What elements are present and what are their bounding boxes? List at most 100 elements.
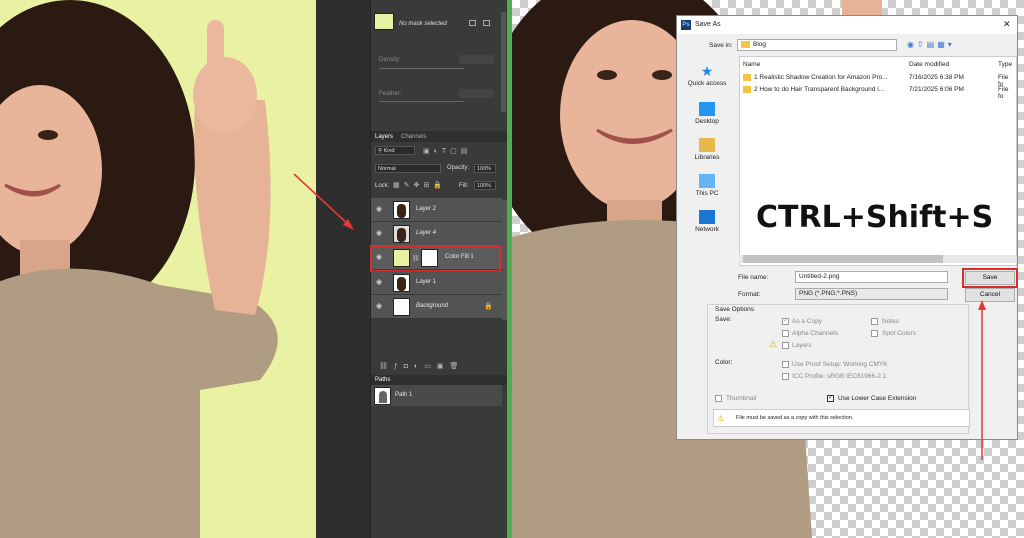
nav-quick-access[interactable]: ★ Quick access	[679, 64, 735, 87]
dialog-nav-toolbar[interactable]: ◉⇧▤▦▾	[907, 40, 955, 49]
star-icon: ★	[700, 63, 714, 79]
file-date: 7/16/2025 6:38 PM	[909, 74, 964, 81]
photoshop-icon: Ps	[681, 20, 691, 30]
tab-paths[interactable]: Paths	[375, 377, 390, 383]
column-name[interactable]: Name	[743, 61, 760, 68]
horizontal-scrollbar[interactable]	[739, 255, 1017, 263]
eye-icon[interactable]: ◉	[376, 206, 384, 214]
notes-label: Notes	[882, 318, 899, 325]
computer-icon	[699, 174, 715, 188]
warning-box: ⚠ File must be saved as a copy with this…	[713, 409, 970, 427]
file-name-input[interactable]: Untitled-2.png	[795, 271, 948, 283]
warning-icon: ⚠	[769, 339, 778, 349]
filter-icons[interactable]: ▣◐T▢▤	[423, 147, 498, 155]
selected-layer-highlight	[370, 245, 501, 272]
layers-checkbox[interactable]	[782, 342, 789, 349]
lock-label: Lock:	[375, 183, 390, 189]
icc-profile-checkbox[interactable]	[782, 373, 789, 380]
nav-desktop[interactable]: Desktop	[679, 102, 735, 125]
layer-name: Layer 2	[416, 206, 437, 212]
save-options-title: Save Options	[715, 306, 755, 313]
save-button-highlight	[962, 268, 1018, 288]
document-canvas-left	[0, 0, 316, 538]
save-in-select[interactable]: Blog	[737, 39, 897, 51]
layer-filter-kind[interactable]: ⚲ Kind	[375, 146, 415, 155]
tab-layers[interactable]: Layers	[375, 134, 393, 140]
file-row[interactable]: 1 Realistic Shadow Creation for Amazon P…	[743, 73, 1015, 88]
density-label: Density:	[379, 57, 401, 63]
close-icon[interactable]: ✕	[1003, 19, 1011, 30]
layer-row-background[interactable]: ◉ Background 🔒	[371, 295, 502, 319]
path-name: Path 1	[395, 392, 413, 398]
network-icon	[699, 210, 715, 224]
layer-row-layer-1[interactable]: ◉ Layer 1	[371, 271, 502, 295]
nav-this-pc[interactable]: This PC	[679, 174, 735, 197]
add-pixel-mask-icon[interactable]	[469, 20, 476, 26]
column-type[interactable]: Type	[998, 61, 1012, 68]
as-copy-checkbox[interactable]: ✓	[782, 318, 789, 325]
feather-input[interactable]	[459, 89, 494, 98]
dialog-titlebar: Ps Save As ✕	[677, 16, 1017, 34]
layer-row-layer-4[interactable]: ◉ Layer 4	[371, 222, 502, 246]
format-label: Format:	[738, 291, 761, 298]
notes-checkbox[interactable]	[871, 318, 878, 325]
folder-icon	[743, 86, 751, 93]
file-date: 7/21/2025 6:06 PM	[909, 86, 964, 93]
file-name: 1 Realistic Shadow Creation for Amazon P…	[754, 74, 888, 81]
eye-icon[interactable]: ◉	[376, 230, 384, 238]
add-vector-mask-icon[interactable]	[483, 20, 490, 26]
nav-label: Quick access	[687, 80, 727, 87]
column-date-modified[interactable]: Date modified	[909, 61, 949, 68]
format-select[interactable]: PNG (*.PNG;*.PNS)	[795, 288, 948, 300]
layer-thumbnail	[393, 201, 410, 219]
density-input[interactable]	[459, 55, 494, 64]
icc-profile-label: ICC Profile: sRGB IEC61966-2.1	[792, 373, 887, 380]
path-thumbnail	[374, 387, 391, 405]
opacity-label: Opacity:	[447, 165, 470, 171]
save-in-label: Save in:	[709, 42, 733, 49]
spot-colors-checkbox[interactable]	[871, 330, 878, 337]
file-type: File fo	[998, 86, 1009, 100]
cancel-button[interactable]: Cancel	[965, 288, 1015, 302]
paths-tabbar: Paths	[371, 375, 508, 385]
proof-setup-checkbox[interactable]	[782, 361, 789, 368]
tab-channels[interactable]: Channels	[401, 134, 426, 140]
layers-bottom-toolbar[interactable]: ⛓ƒ◘◐▭▣🗑	[379, 362, 499, 370]
opacity-input[interactable]: 100%	[474, 164, 496, 173]
path-row[interactable]: Path 1	[371, 385, 502, 407]
fill-input[interactable]: 100%	[474, 181, 496, 190]
eye-icon[interactable]: ◉	[376, 279, 384, 287]
save-in-value: Blog	[753, 41, 767, 48]
layers-label: Layers	[792, 342, 812, 349]
nav-label: Desktop	[695, 118, 719, 125]
feather-label: Feather:	[379, 91, 402, 97]
thumbnail-checkbox[interactable]	[715, 395, 722, 402]
layer-name: Background	[416, 303, 449, 309]
desktop-icon	[699, 102, 715, 116]
dialog-title: Save As	[695, 21, 721, 28]
properties-scrollbar[interactable]	[501, 12, 506, 112]
warning-message: File must be saved as a copy with this s…	[736, 415, 854, 421]
nav-label: Network	[695, 226, 719, 233]
blend-mode-select[interactable]: Normal	[375, 164, 441, 173]
layer-name: Layer 4	[416, 230, 437, 236]
layer-row-layer-2[interactable]: ◉ Layer 2	[371, 198, 502, 222]
nav-network[interactable]: Network	[679, 210, 735, 233]
lock-icons[interactable]: ▦✎✥⊞🔒	[393, 181, 453, 189]
nav-libraries[interactable]: Libraries	[679, 138, 735, 161]
lock-icon: 🔒	[484, 303, 493, 310]
layer-name: Layer 1	[416, 279, 437, 285]
alpha-channels-checkbox[interactable]	[782, 330, 789, 337]
eye-icon[interactable]: ◉	[376, 303, 384, 311]
file-row[interactable]: 2 How to do Hair Transparent Background …	[743, 85, 1015, 100]
feather-slider[interactable]	[379, 101, 464, 102]
annotation-arrow	[293, 173, 354, 230]
lowercase-extension-checkbox[interactable]: ✓	[827, 395, 834, 402]
density-slider[interactable]	[379, 68, 464, 69]
alpha-channels-label: Alpha Channels	[792, 330, 838, 337]
lowercase-extension-label: Use Lower Case Extension	[838, 395, 917, 402]
layer-thumbnail	[393, 225, 410, 243]
fill-label: Fill:	[459, 183, 469, 189]
nav-label: Libraries	[694, 154, 720, 161]
kind-label: Kind	[383, 148, 395, 154]
